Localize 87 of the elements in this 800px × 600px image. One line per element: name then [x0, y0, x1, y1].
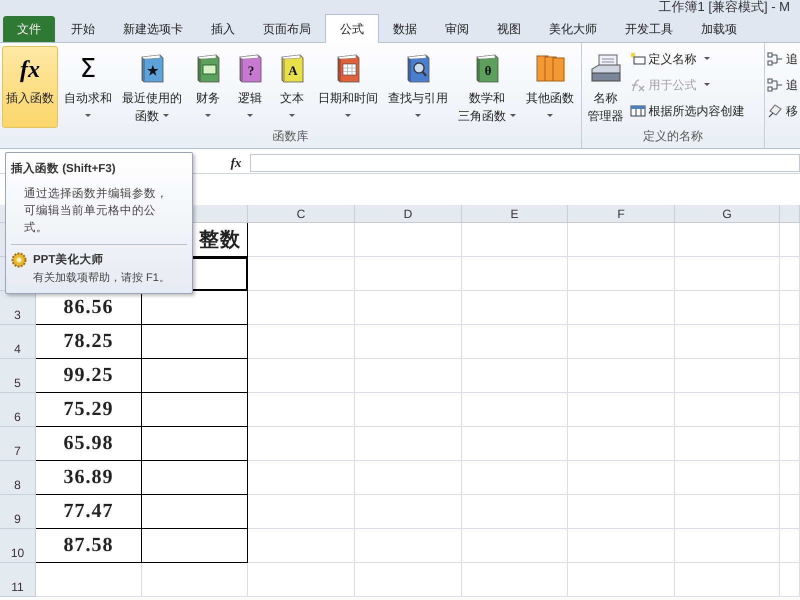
- group-label: 定义的名称: [642, 128, 703, 145]
- table-cell: 75.29: [36, 393, 142, 427]
- sigma-icon: Σ: [72, 53, 104, 83]
- cabinet-icon: [588, 53, 623, 83]
- button-label: 文本: [280, 90, 304, 107]
- button-label: 名称: [594, 90, 618, 107]
- ribbon-tab[interactable]: 页面布局: [249, 16, 325, 42]
- table-cell: [780, 563, 800, 597]
- row-header[interactable]: 4: [0, 325, 36, 359]
- addin-help-text: 有关加载项帮助，请按 F1。: [33, 270, 170, 285]
- ribbon-button[interactable]: fx 插入函数: [2, 46, 58, 128]
- ribbon-tab[interactable]: 新建选项卡: [109, 16, 197, 42]
- ribbon-button[interactable]: θ 数学和 三角函数: [454, 46, 520, 128]
- column-header[interactable]: F: [568, 205, 675, 223]
- row-header[interactable]: 10: [0, 529, 36, 563]
- row-header[interactable]: 6: [0, 393, 36, 427]
- table-cell: 87.58: [36, 529, 142, 563]
- button-label: 其他函数: [526, 90, 574, 107]
- row-header[interactable]: 8: [0, 461, 36, 495]
- table-cell: [780, 495, 800, 529]
- button-label: 管理器: [588, 108, 624, 125]
- row-header[interactable]: 3: [0, 291, 36, 325]
- table-cell: [780, 257, 800, 291]
- ribbon-button[interactable]: 查找与引用: [384, 46, 452, 128]
- row-header[interactable]: 7: [0, 427, 36, 461]
- ribbon-small-button[interactable]: 定义名称: [630, 48, 745, 70]
- button-label: 逻辑: [238, 90, 262, 107]
- ribbon-button[interactable]: ? 逻辑: [230, 46, 270, 128]
- column-header[interactable]: [780, 205, 800, 223]
- column-header[interactable]: D: [355, 205, 462, 223]
- button-label: 数学和: [469, 90, 505, 107]
- ribbon-tab[interactable]: 加载项: [687, 16, 751, 42]
- window-title: 工作簿1 [兼容模式] - M: [658, 0, 790, 14]
- column-header[interactable]: C: [248, 205, 355, 223]
- row-header[interactable]: 11: [0, 563, 36, 597]
- ribbon-tab[interactable]: 开发工具: [611, 16, 687, 42]
- ribbon-tab[interactable]: 数据: [379, 16, 431, 42]
- table-cell: [780, 427, 800, 461]
- formula-input-field[interactable]: [250, 154, 800, 172]
- button-label: 最近使用的: [122, 90, 182, 107]
- ribbon-button[interactable]: 日期和时间: [314, 46, 382, 128]
- button-label: 财务: [196, 90, 220, 107]
- button-label: 查找与引用: [388, 90, 448, 107]
- ribbon-small-button[interactable]: 追: [767, 48, 798, 70]
- table-cell: 99.25: [36, 359, 142, 393]
- addin-name: PPT美化大师: [33, 252, 104, 267]
- ribbon-button[interactable]: ★ 最近使用的 函数: [118, 46, 186, 128]
- ribbon-tab[interactable]: 审阅: [431, 16, 483, 42]
- ribbon-small-button[interactable]: 根据所选内容创建: [630, 100, 745, 122]
- button-label: 插入函数: [6, 90, 54, 107]
- table-cell: [780, 461, 800, 495]
- table-cell: [780, 529, 800, 563]
- insert-function-label[interactable]: fx: [222, 155, 250, 171]
- table-cell: [780, 325, 800, 359]
- ribbon-tab[interactable]: 视图: [483, 16, 535, 42]
- tooltip-title: 插入函数 (Shift+F3): [11, 161, 117, 176]
- table-cell: [780, 291, 800, 325]
- gear-icon: [11, 252, 27, 268]
- ribbon-tab[interactable]: 公式: [325, 14, 379, 43]
- name-manager-button[interactable]: 名称 管理器: [584, 46, 628, 128]
- ribbon-button[interactable]: 财务: [188, 46, 228, 128]
- function-icon: fx: [14, 53, 46, 83]
- group-label: 函数库: [272, 128, 308, 145]
- ribbon-button[interactable]: A 文本: [272, 46, 312, 128]
- ribbon-tab[interactable]: 开始: [57, 16, 109, 42]
- button-label: 自动求和: [64, 90, 112, 107]
- ribbon-tab[interactable]: 文件: [3, 16, 55, 42]
- row-header[interactable]: 9: [0, 495, 36, 529]
- ribbon-small-button[interactable]: 移: [767, 100, 798, 122]
- row-header[interactable]: 5: [0, 359, 36, 393]
- column-header[interactable]: E: [462, 205, 568, 223]
- table-cell: [780, 393, 800, 427]
- ribbon-button[interactable]: Σ 自动求和: [60, 46, 116, 128]
- button-label: 日期和时间: [318, 90, 378, 107]
- ribbon-small-button[interactable]: 追: [767, 74, 798, 96]
- table-cell: 36.89: [36, 461, 142, 495]
- column-header[interactable]: G: [675, 205, 780, 223]
- table-cell: [780, 359, 800, 393]
- table-cell: 77.47: [36, 495, 142, 529]
- ribbon-button[interactable]: 其他函数: [522, 46, 578, 128]
- button-label: 三角函数: [458, 107, 516, 125]
- ribbon-tab[interactable]: 插入: [197, 16, 249, 42]
- table-cell: 78.25: [36, 325, 142, 359]
- button-label: 函数: [135, 107, 169, 125]
- table-cell: [780, 223, 800, 257]
- table-cell: 65.98: [36, 427, 142, 461]
- ribbon-tab[interactable]: 美化大师: [535, 16, 611, 42]
